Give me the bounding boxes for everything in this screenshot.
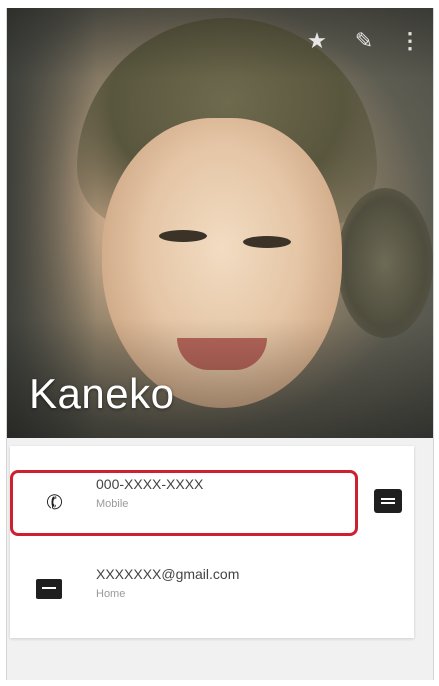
phone-row-highlight [10, 470, 358, 536]
contact-name: Kaneko [29, 370, 175, 417]
photo-eye-left [159, 230, 207, 242]
contact-photo: ★ ✎ ⋮ Kaneko [7, 8, 433, 438]
pencil-icon[interactable]: ✎ [349, 26, 379, 56]
more-vert-icon[interactable]: ⋮ [395, 26, 425, 56]
email-row[interactable]: XXXXXXX@gmail.com Home [10, 546, 414, 622]
email-address: XXXXXXX@gmail.com [96, 566, 240, 582]
message-icon[interactable] [374, 489, 402, 513]
email-type: Home [96, 588, 126, 600]
email-icon [36, 579, 62, 599]
star-icon[interactable]: ★ [302, 26, 332, 56]
photo-eye-right [243, 236, 291, 248]
